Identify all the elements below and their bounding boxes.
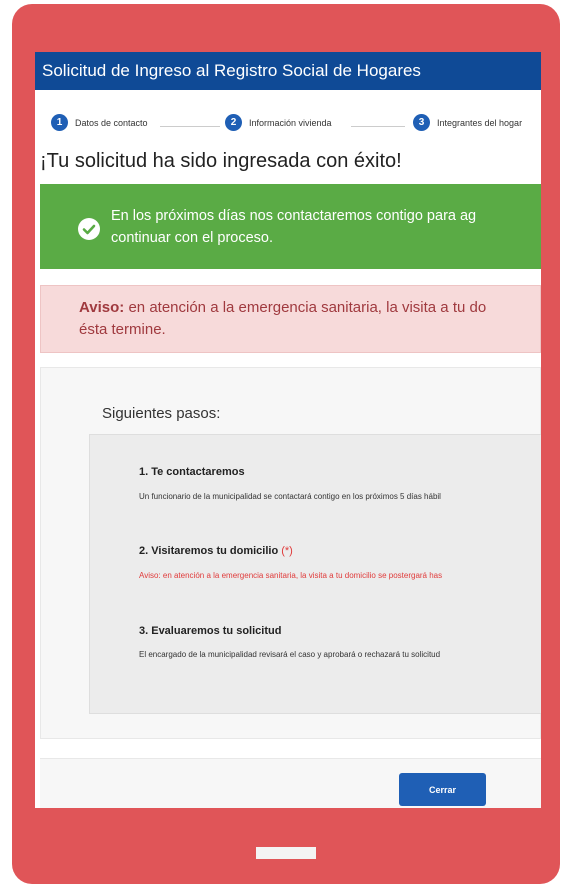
next-steps-panel: Siguientes pasos: 1. Te contactaremos Un… [40,367,541,739]
step-label: Integrantes del hogar [437,117,523,128]
success-alert-line: continuar con el proceso. [111,230,274,246]
stepper-connector [160,126,220,127]
success-alert-line: En los próximos días nos contactaremos c… [111,208,477,224]
step-number-badge: 3 [413,114,430,131]
stepper-connector [351,126,405,127]
next-steps-title: Siguientes pasos: [102,405,221,422]
warning-prefix: Aviso: [79,299,125,316]
stepper-step-3: 3 Integrantes del hogar [413,114,522,131]
close-button[interactable]: Cerrar [399,773,486,806]
success-title: ¡Tu solicitud ha sido ingresada con éxit… [40,150,402,172]
step-number-badge: 2 [225,114,242,131]
success-alert: En los próximos días nos contactaremos c… [40,184,541,269]
next-step-title: 1. Te contactaremos [139,466,245,478]
check-circle-icon [78,218,100,240]
stepper: 1 Datos de contacto 2 Información vivien… [35,114,541,138]
stepper-step-1: 1 Datos de contacto [51,114,148,131]
step-number-badge: 1 [51,114,68,131]
app-screen: Solicitud de Ingreso al Registro Social … [35,52,541,808]
next-step-title: 3. Evaluaremos tu solicitud [139,625,282,637]
next-step-description: El encargado de la municipalidad revisar… [139,650,441,659]
home-button[interactable] [256,847,316,859]
warning-line: ésta termine. [79,321,166,338]
step-label: Datos de contacto [75,117,148,128]
page-header-title: Solicitud de Ingreso al Registro Social … [42,61,421,80]
next-step-description: Un funcionario de la municipalidad se co… [139,492,441,501]
next-step-title: 2. Visitaremos tu domicilio (*) [139,545,293,557]
success-alert-text: En los próximos días nos contactaremos c… [111,205,541,249]
page-header: Solicitud de Ingreso al Registro Social … [35,52,541,90]
next-step-description: Aviso: en atención a la emergencia sanit… [139,571,443,580]
step-label: Información vivienda [249,117,332,128]
stepper-step-2: 2 Información vivienda [225,114,332,131]
next-step-title-text: 2. Visitaremos tu domicilio [139,545,279,557]
warning-alert-text: Aviso: en atención a la emergencia sanit… [79,297,486,341]
warning-line: en atención a la emergencia sanitaria, l… [124,299,487,316]
next-steps-list: 1. Te contactaremos Un funcionario de la… [89,434,541,714]
required-marker: (*) [281,545,293,557]
warning-alert: Aviso: en atención a la emergencia sanit… [40,285,541,353]
page-footer: Cerrar [40,758,541,808]
